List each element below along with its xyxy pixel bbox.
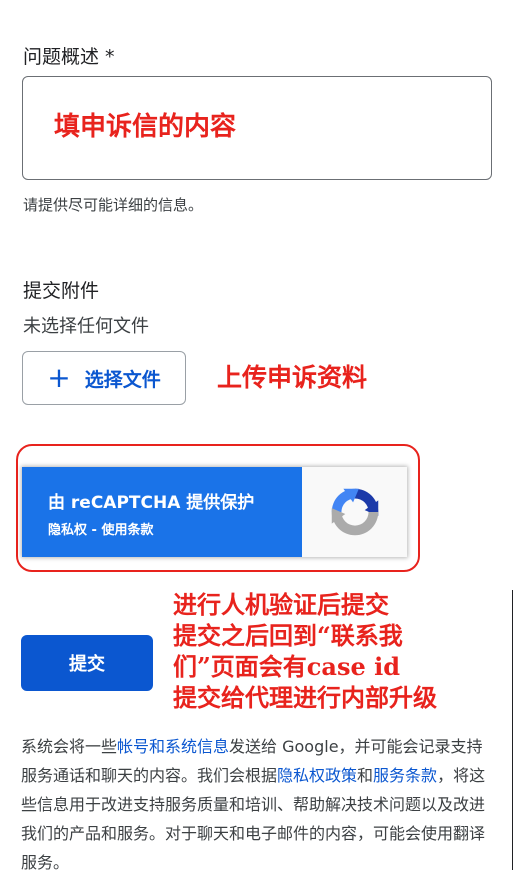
submit-annotation-line: 们”页面会有case id <box>173 652 401 681</box>
recaptcha-links: 隐私权 - 使用条款 <box>48 519 153 538</box>
attachment-label: 提交附件 <box>23 280 100 302</box>
disclaimer-part: 系统会将一些 <box>21 737 118 756</box>
attachment-status: 未选择任何文件 <box>23 316 149 337</box>
recaptcha-privacy-link[interactable]: 隐私权 <box>48 523 87 538</box>
recaptcha-logo-icon <box>331 488 379 536</box>
account-info-link[interactable]: 帐号和系统信息 <box>117 737 229 756</box>
recaptcha-terms-link[interactable]: 使用条款 <box>101 523 153 538</box>
recaptcha-badge: 由 reCAPTCHA 提供保护 隐私权 - 使用条款 <box>22 467 407 557</box>
submit-annotation-line: 进行人机验证后提交 <box>173 590 389 619</box>
submit-annotation: 进行人机验证后提交 提交之后回到“联系我 们”页面会有case id 提交给代理… <box>173 589 437 713</box>
description-annotation: 填申诉信的内容 <box>54 112 237 142</box>
recaptcha-info-panel: 由 reCAPTCHA 提供保护 隐私权 - 使用条款 <box>22 467 302 557</box>
disclaimer-part: 和 <box>357 766 374 785</box>
recaptcha-link-separator: - <box>87 523 102 538</box>
submit-annotation-line: 提交给代理进行内部升级 <box>173 683 437 712</box>
terms-of-service-link[interactable]: 服务条款 <box>373 766 437 785</box>
disclaimer-text: 系统会将一些帐号和系统信息发送给 Google，并可能会记录支持服务通话和聊天的… <box>21 732 493 877</box>
recaptcha-title: 由 reCAPTCHA 提供保护 <box>48 493 255 513</box>
plus-icon: + <box>47 361 71 394</box>
privacy-policy-link[interactable]: 隐私权政策 <box>277 766 357 785</box>
submit-button[interactable]: 提交 <box>21 635 153 691</box>
submit-annotation-line: 提交之后回到“联系我 <box>173 621 403 650</box>
description-label: 问题概述 * <box>23 46 115 68</box>
description-hint: 请提供尽可能详细的信息。 <box>23 196 204 214</box>
attachment-annotation: 上传申诉资料 <box>217 363 368 392</box>
choose-file-label: 选择文件 <box>84 368 161 391</box>
choose-file-button[interactable]: + 选择文件 <box>22 351 186 405</box>
